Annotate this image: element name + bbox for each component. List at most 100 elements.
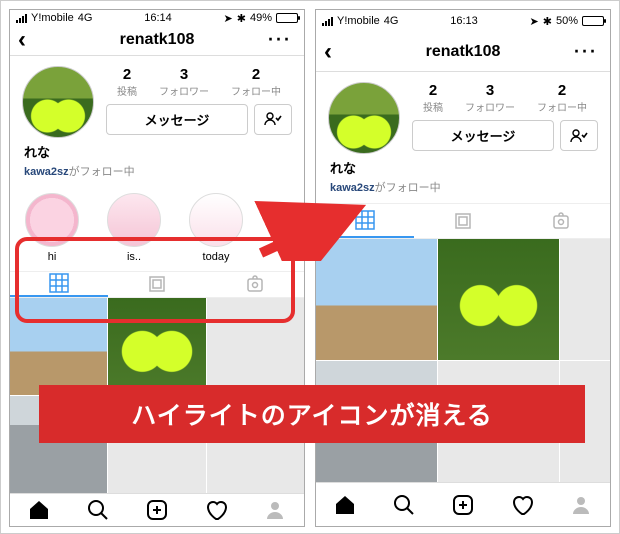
nav-icon: ➤ xyxy=(530,15,539,28)
annotation-banner: ハイライトのアイコンが消える xyxy=(39,385,585,443)
header-username: renatk108 xyxy=(426,43,501,61)
tagged-icon xyxy=(245,274,265,294)
back-icon[interactable]: ‹ xyxy=(324,40,332,64)
person-check-icon xyxy=(570,129,588,143)
search-icon xyxy=(86,498,110,522)
signal-icon xyxy=(16,13,27,23)
heart-icon xyxy=(510,493,534,517)
stat-followers[interactable]: 3 フォロワー xyxy=(465,82,515,114)
phone-left: Y!mobile 4G 16:14 ➤ ✱ 49% ‹ renatk108 ··… xyxy=(9,9,305,527)
avatar[interactable] xyxy=(22,66,94,138)
highlights-row: hi is.. today xyxy=(10,187,304,271)
add-icon xyxy=(451,493,475,517)
feed-icon xyxy=(454,212,472,230)
grid-photo[interactable] xyxy=(316,239,437,360)
person-check-icon xyxy=(264,112,282,126)
nav-icon: ➤ xyxy=(224,12,233,25)
nav-activity[interactable] xyxy=(492,483,551,526)
stat-following[interactable]: 2 フォロー中 xyxy=(231,66,281,98)
followed-by: kawa2szがフォロー中 xyxy=(10,161,304,187)
profile-icon xyxy=(263,498,287,522)
home-icon xyxy=(27,498,51,522)
status-bar: Y!mobile 4G 16:14 ➤ ✱ 49% xyxy=(10,10,304,26)
highlight-item[interactable]: hi xyxy=(22,193,82,263)
network-type: 4G xyxy=(78,12,93,24)
photo-grid xyxy=(316,239,610,482)
highlight-label: is.. xyxy=(127,251,141,263)
home-icon xyxy=(333,493,357,517)
more-icon[interactable]: ··· xyxy=(268,30,292,51)
message-button[interactable]: メッセージ xyxy=(106,104,248,135)
message-button[interactable]: メッセージ xyxy=(412,120,554,151)
profile-icon xyxy=(569,493,593,517)
nav-profile[interactable] xyxy=(245,494,304,526)
nav-home[interactable] xyxy=(10,494,69,526)
highlight-label: today xyxy=(203,251,230,263)
bottom-nav xyxy=(10,493,304,526)
tab-tagged[interactable] xyxy=(512,204,610,238)
grid-photo xyxy=(207,298,304,395)
followed-by: kawa2szがフォロー中 xyxy=(316,177,610,203)
stat-followers[interactable]: 3 フォロワー xyxy=(159,66,209,98)
nav-home[interactable] xyxy=(316,483,375,526)
highlight-cover xyxy=(107,193,161,247)
follow-status-button[interactable] xyxy=(560,120,598,151)
nav-header: ‹ renatk108 ··· xyxy=(10,26,304,56)
grid-photo[interactable] xyxy=(10,298,107,395)
highlight-item[interactable]: is.. xyxy=(104,193,164,263)
nav-header: ‹ renatk108 ··· xyxy=(316,32,610,72)
bluetooth-icon: ✱ xyxy=(237,12,246,25)
signal-icon xyxy=(322,16,333,26)
bluetooth-icon: ✱ xyxy=(543,15,552,28)
nav-profile[interactable] xyxy=(551,483,610,526)
tagged-icon xyxy=(551,211,571,231)
bottom-nav xyxy=(316,482,610,526)
tab-tagged[interactable] xyxy=(206,272,304,297)
nav-add[interactable] xyxy=(128,494,187,526)
highlight-cover xyxy=(25,193,79,247)
status-bar: Y!mobile 4G 16:13 ➤ ✱ 50% xyxy=(316,10,610,32)
stat-posts[interactable]: 2 投稿 xyxy=(423,82,443,114)
search-icon xyxy=(392,493,416,517)
heart-icon xyxy=(204,498,228,522)
highlight-cover xyxy=(189,193,243,247)
add-icon xyxy=(145,498,169,522)
battery-icon xyxy=(582,16,604,26)
tab-feed[interactable] xyxy=(414,204,512,238)
tab-feed[interactable] xyxy=(108,272,206,297)
clock: 16:13 xyxy=(450,15,478,27)
battery-pct: 49% xyxy=(250,12,272,24)
nav-activity[interactable] xyxy=(186,494,245,526)
profile-tabs xyxy=(316,203,610,239)
network-type: 4G xyxy=(384,15,399,27)
battery-pct: 50% xyxy=(556,15,578,27)
profile-tabs xyxy=(10,271,304,298)
display-name: れな xyxy=(316,158,610,177)
tab-grid[interactable] xyxy=(10,272,108,297)
clock: 16:14 xyxy=(144,12,172,24)
display-name: れな xyxy=(10,142,304,161)
header-username: renatk108 xyxy=(120,31,195,49)
nav-search[interactable] xyxy=(375,483,434,526)
tab-grid[interactable] xyxy=(316,204,414,238)
avatar[interactable] xyxy=(328,82,400,154)
feed-icon xyxy=(148,275,166,293)
grid-photo xyxy=(560,239,611,360)
highlight-item[interactable]: today xyxy=(186,193,246,263)
grid-photo[interactable] xyxy=(108,298,205,395)
carrier-name: Y!mobile xyxy=(337,15,380,27)
battery-icon xyxy=(276,13,298,23)
stat-following[interactable]: 2 フォロー中 xyxy=(537,82,587,114)
grid-icon xyxy=(49,273,69,293)
back-icon[interactable]: ‹ xyxy=(18,28,26,52)
stat-posts[interactable]: 2 投稿 xyxy=(117,66,137,98)
follow-status-button[interactable] xyxy=(254,104,292,135)
carrier-name: Y!mobile xyxy=(31,12,74,24)
grid-photo[interactable] xyxy=(438,239,559,360)
nav-search[interactable] xyxy=(69,494,128,526)
grid-icon xyxy=(355,210,375,230)
nav-add[interactable] xyxy=(434,483,493,526)
more-icon[interactable]: ··· xyxy=(574,41,598,62)
phone-right: Y!mobile 4G 16:13 ➤ ✱ 50% ‹ renatk108 ··… xyxy=(315,9,611,527)
highlight-label: hi xyxy=(48,251,57,263)
